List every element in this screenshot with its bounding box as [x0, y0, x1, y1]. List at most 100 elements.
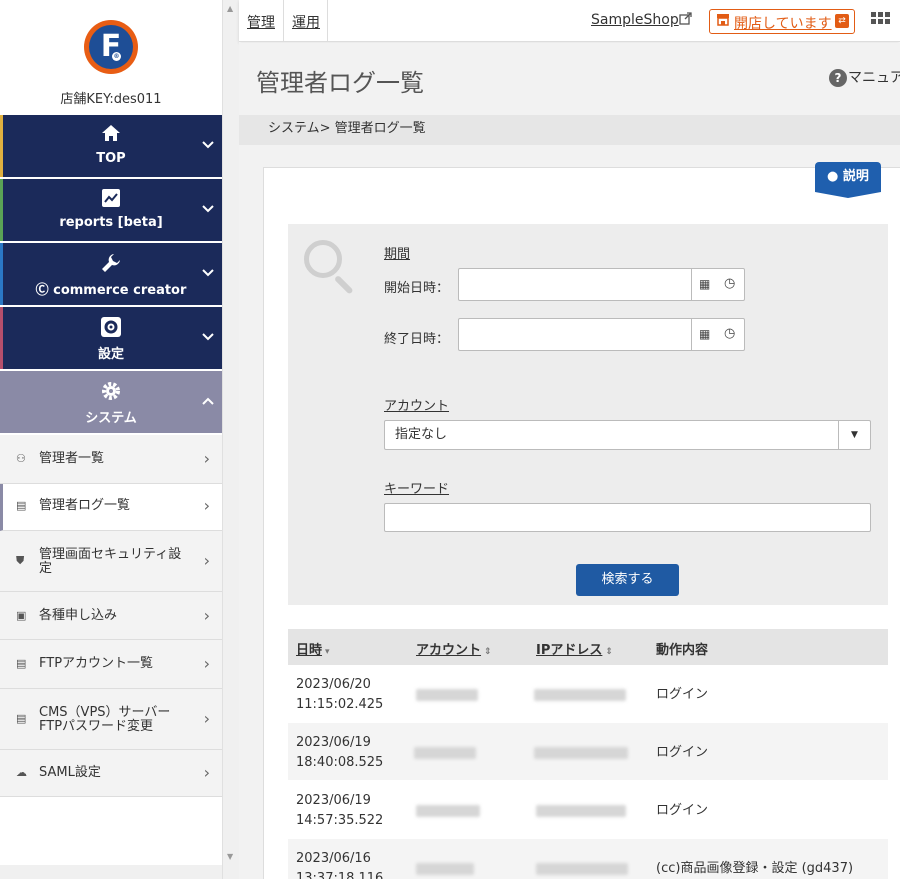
- log-panel: ● 説明 期間 開始日時： ▦ ◷ 終了日時： ▦ ◷ アカウント 指定なし ▼…: [263, 162, 900, 879]
- end-date-label: 終了日時：: [384, 332, 450, 347]
- start-date-label: 開始日時：: [384, 281, 450, 296]
- tab-operation[interactable]: 運用: [292, 12, 320, 32]
- nav-system[interactable]: システム: [0, 371, 222, 434]
- ip-redacted: [534, 747, 628, 759]
- chevron-right-icon: ›: [203, 709, 210, 728]
- period-title: 期間: [384, 247, 411, 262]
- sidebar-item-label: SAML設定: [39, 765, 101, 780]
- input-divider: [691, 269, 692, 300]
- tab-manage[interactable]: 管理: [247, 12, 275, 32]
- tab-divider: [283, 0, 284, 42]
- apps-grid-icon[interactable]: [871, 12, 891, 30]
- ip-redacted: [536, 863, 628, 875]
- clock-icon[interactable]: ◷: [724, 276, 735, 291]
- sidebar-item-admin-list[interactable]: ⚇ 管理者一覧 ›: [0, 435, 222, 484]
- sidebar-item-label: 各種申し込み: [39, 608, 118, 623]
- nav-settings[interactable]: 設定: [0, 307, 222, 370]
- end-datetime-input[interactable]: ▦ ◷: [458, 318, 745, 351]
- commerce-creator-logo-icon: Ⓒ: [35, 283, 54, 298]
- calendar-icon[interactable]: ▦: [699, 277, 710, 291]
- nav-reports[interactable]: reports [beta]: [0, 179, 222, 242]
- logo-letter: F ®: [89, 25, 133, 69]
- shield-icon: ⛊: [16, 554, 25, 567]
- dropdown-caret-icon[interactable]: ▼: [838, 421, 870, 449]
- cloud-icon: ☁: [16, 766, 27, 779]
- scroll-down-icon[interactable]: ▼: [227, 852, 233, 861]
- row-action: (cc)商品画像登録・設定 (gd437): [656, 861, 854, 876]
- toggle-icon: ⇄: [835, 14, 849, 28]
- header-account[interactable]: アカウント ⇕: [416, 639, 492, 658]
- shop-link[interactable]: SampleShop: [591, 12, 679, 28]
- table-row: 2023/06/16 13:37:18.116 (cc)商品画像登録・設定 (g…: [288, 839, 888, 879]
- sidebar-item-applications[interactable]: ▣ 各種申し込み ›: [0, 592, 222, 640]
- row-action: ログイン: [656, 745, 709, 760]
- search-form: 期間 開始日時： ▦ ◷ 終了日時： ▦ ◷ アカウント 指定なし ▼ キーワー…: [288, 224, 888, 605]
- chevron-right-icon: ›: [203, 654, 210, 673]
- nav-label-text: commerce creator: [53, 283, 187, 298]
- calendar-icon[interactable]: ▦: [699, 327, 710, 341]
- sidebar-item-saml[interactable]: ☁ SAML設定 ›: [0, 750, 222, 797]
- page-title: 管理者ログ一覧: [256, 69, 424, 97]
- row-date: 2023/06/16: [296, 851, 371, 866]
- sidebar-item-cms-ftp-password[interactable]: ▤ CMS（VPS）サーバー FTPパスワード変更 ›: [0, 689, 222, 750]
- chevron-down-icon: [202, 267, 214, 280]
- sidebar-item-label: FTPアカウント一覧: [39, 656, 154, 671]
- server-icon: ▤: [16, 712, 27, 725]
- chevron-right-icon: ›: [203, 606, 210, 625]
- keyword-input[interactable]: [384, 503, 871, 532]
- brand-logo[interactable]: F ®: [84, 20, 138, 74]
- sidebar-item-ftp-accounts[interactable]: ▤ FTPアカウント一覧 ›: [0, 640, 222, 689]
- row-date: 2023/06/19: [296, 735, 371, 750]
- clock-icon[interactable]: ◷: [724, 326, 735, 341]
- nav-commerce-creator[interactable]: Ⓒ commerce creator: [0, 243, 222, 306]
- chevron-down-icon: [202, 203, 214, 216]
- server-icon: ▤: [16, 657, 27, 670]
- external-link-icon: [679, 12, 692, 28]
- chart-icon: [0, 188, 222, 213]
- sidebar-item-label: 管理者一覧: [39, 451, 105, 466]
- help-badge[interactable]: ● 説明: [815, 162, 881, 198]
- store-open-button[interactable]: 開店しています ⇄: [709, 9, 855, 34]
- row-time: 11:15:02.425: [296, 697, 384, 712]
- account-redacted: [416, 863, 474, 875]
- lightbulb-icon: ●: [827, 169, 839, 184]
- help-badge-body: ● 説明: [815, 162, 881, 192]
- nav-label: システム: [85, 411, 137, 426]
- sidebar-vertical-scrollbar[interactable]: ▲ ▼: [222, 0, 239, 879]
- row-time: 13:37:18.116: [296, 871, 384, 879]
- header-ip[interactable]: IPアドレス ⇕: [536, 639, 613, 658]
- sidebar-item-security[interactable]: ⛊ 管理画面セキュリティ設定 ›: [0, 531, 222, 592]
- ip-redacted: [534, 689, 626, 701]
- sidebar-item-admin-log[interactable]: ▤ 管理者ログ一覧 ›: [0, 484, 222, 531]
- header-action: 動作内容: [656, 643, 709, 658]
- nav-label: reports [beta]: [59, 215, 163, 230]
- wrench-icon: [0, 252, 222, 279]
- search-button[interactable]: 検索する: [576, 564, 679, 596]
- start-datetime-input[interactable]: ▦ ◷: [458, 268, 745, 301]
- sidebar-horizontal-scrollbar[interactable]: [0, 865, 222, 879]
- help-badge-tail: [815, 192, 881, 198]
- top-bar: 管理 運用 SampleShop 開店しています ⇄: [239, 0, 900, 42]
- manual-link[interactable]: ?マニュアル: [829, 67, 900, 87]
- store-open-label: 開店しています: [734, 16, 832, 32]
- sidebar: F ® 店舗KEY:des011 TOP reports [beta] Ⓒ co…: [0, 0, 222, 879]
- header-datetime[interactable]: 日時 ▾: [296, 639, 330, 658]
- account-select[interactable]: 指定なし ▼: [384, 420, 871, 450]
- row-date: 2023/06/19: [296, 793, 371, 808]
- chevron-right-icon: ›: [203, 763, 210, 782]
- table-row: 2023/06/19 14:57:35.522 ログイン: [288, 781, 888, 839]
- chevron-down-icon: [202, 331, 214, 344]
- main-content: 管理者ログ一覧 ?マニュアル システム> 管理者ログ一覧 ● 説明 期間 開始日…: [239, 43, 900, 879]
- header-label: アカウント: [416, 643, 482, 658]
- sort-icon: ⇕: [605, 647, 613, 657]
- sidebar-item-label: 管理画面セキュリティ設定: [39, 547, 182, 576]
- nav-top[interactable]: TOP: [0, 115, 222, 178]
- help-icon: ?: [829, 69, 847, 87]
- store-key: 店舗KEY:des011: [60, 92, 162, 107]
- header-label: 日時: [296, 643, 323, 658]
- search-icon: [304, 240, 360, 296]
- scroll-up-icon[interactable]: ▲: [227, 4, 233, 13]
- logo-area: F ® 店舗KEY:des011: [0, 0, 222, 115]
- app-window: F ® 店舗KEY:des011 TOP reports [beta] Ⓒ co…: [0, 0, 900, 879]
- log-icon: ▤: [16, 499, 27, 512]
